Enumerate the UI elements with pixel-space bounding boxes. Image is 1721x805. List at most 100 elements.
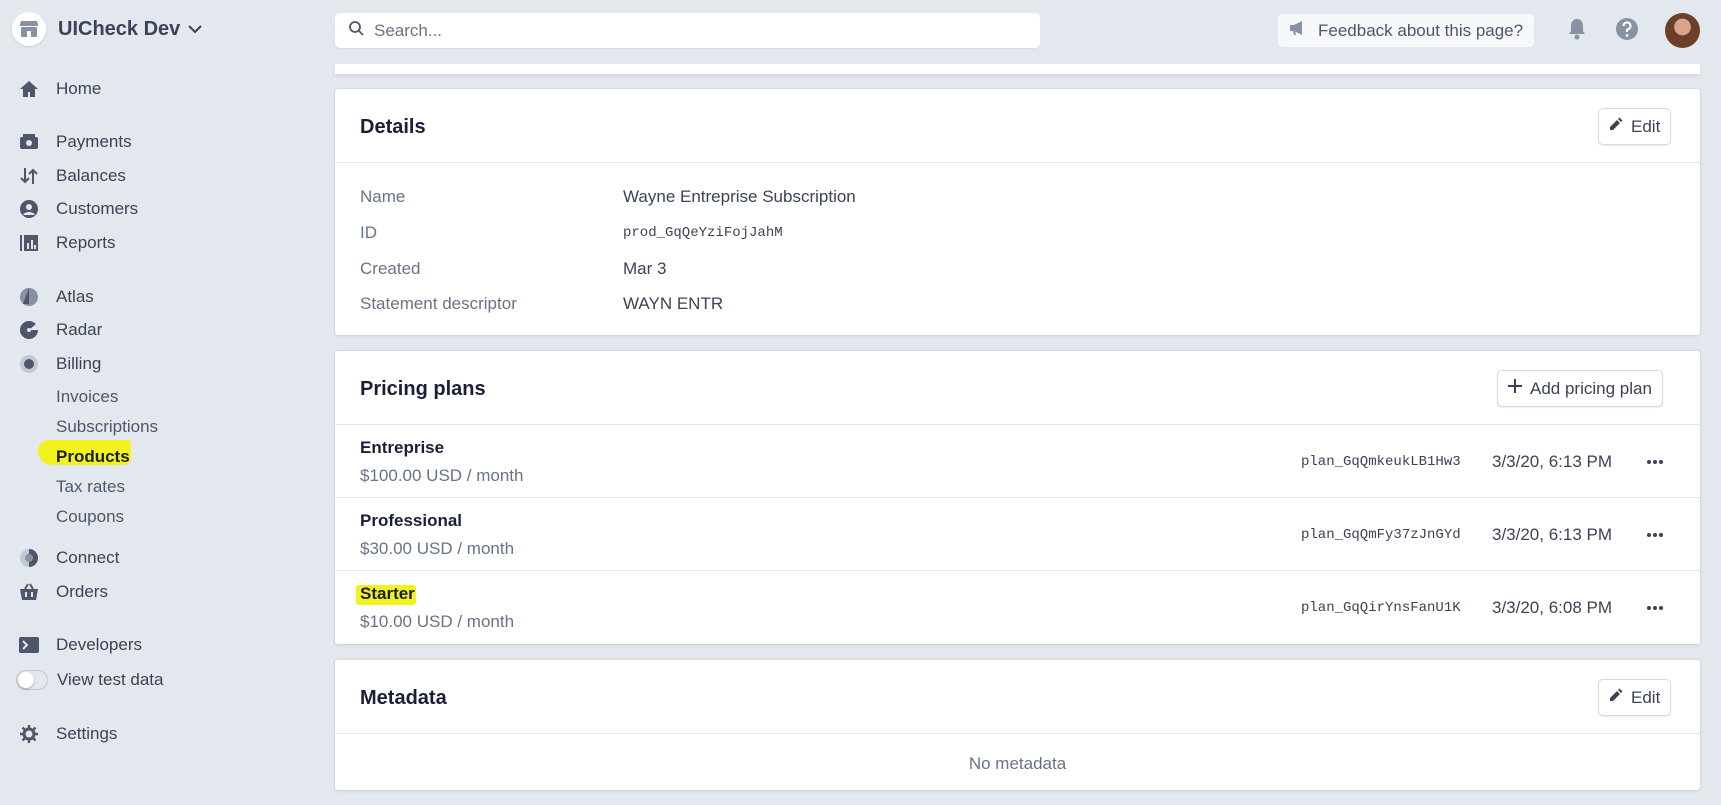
terminal-icon [18,634,40,656]
edit-details-button[interactable]: Edit [1598,108,1672,145]
sidebar-item-reports[interactable]: Reports [18,230,116,256]
sidebar-item-label: Home [56,79,102,98]
details-header: Details Edit [335,89,1700,163]
sidebar-item-balances[interactable]: Balances [18,163,126,189]
home-icon [18,78,40,100]
details-card: Details Edit Name Wayne Entreprise Subsc… [335,89,1700,335]
notifications-bell-icon[interactable] [1562,14,1592,44]
sidebar-subitem-coupons[interactable]: Coupons [56,507,124,527]
orders-icon [18,581,40,603]
sidebar-item-label: Orders [56,582,108,601]
user-avatar[interactable] [1665,13,1700,48]
chevron-down-icon [188,24,202,34]
sidebar-subitem-products[interactable]: Products [56,447,130,467]
megaphone-icon [1288,20,1308,41]
sidebar-item-label: Payments [56,132,132,151]
detail-label: Name [360,187,406,206]
pencil-icon [1609,117,1623,136]
sidebar-item-label: Balances [56,166,126,185]
edit-label: Edit [1631,687,1661,707]
plan-row[interactable]: Entreprise $100.00 USD / month plan_GqQm… [335,425,1700,498]
billing-icon [18,353,40,375]
sidebar-item-home[interactable]: Home [18,76,101,102]
sidebar-item-connect[interactable]: Connect [18,545,119,571]
feedback-button[interactable]: Feedback about this page? [1277,13,1535,48]
plus-icon [1508,379,1522,398]
pricing-plans-card: Pricing plans Add pricing plan Entrepris… [335,351,1700,644]
detail-label: Statement descriptor [360,294,517,313]
more-options-icon[interactable] [1640,520,1670,550]
more-options-icon[interactable] [1640,593,1670,623]
gear-icon [18,723,40,745]
sidebar-item-label: Settings [56,724,118,743]
sidebar-item-label: Customers [56,199,139,218]
details-title: Details [360,116,426,138]
sidebar-item-payments[interactable]: Payments [18,129,132,155]
plan-created: 3/3/20, 6:13 PM [1492,525,1613,544]
connect-icon [18,547,40,569]
account-switcher[interactable]: UICheck Dev [12,12,202,46]
detail-value: WAYN ENTR [623,294,724,313]
more-options-icon[interactable] [1640,447,1670,477]
pencil-icon [1609,688,1623,707]
plan-row[interactable]: Starter $10.00 USD / month plan_GqQirYns… [335,571,1700,644]
metadata-card: Metadata Edit No metadata [335,660,1700,790]
sidebar-item-atlas[interactable]: Atlas [18,284,94,310]
sidebar-subitem-tax-rates[interactable]: Tax rates [56,477,125,497]
plan-name: Starter [360,584,415,603]
customers-icon [18,198,40,220]
sidebar-item-radar[interactable]: Radar [18,317,102,343]
plan-created: 3/3/20, 6:13 PM [1492,452,1613,471]
plan-name: Entreprise [360,438,445,457]
previous-card-edge [335,64,1700,74]
search-input[interactable] [374,20,1014,41]
toggle-knob [18,672,34,688]
plan-id: plan_GqQirYnsFanU1K [1301,600,1461,616]
metadata-header: Metadata Edit [335,660,1700,734]
sidebar-item-label: Connect [56,548,120,567]
plan-row[interactable]: Professional $30.00 USD / month plan_GqQ… [335,498,1700,571]
plan-id: plan_GqQmkeukLB1Hw3 [1301,454,1461,470]
sidebar-item-label: Reports [56,233,116,252]
test-data-label: View test data [57,670,164,689]
sidebar-item-developers[interactable]: Developers [18,632,142,658]
radar-icon [18,319,40,341]
no-metadata-text: No metadata [968,754,1067,773]
edit-metadata-button[interactable]: Edit [1598,679,1672,716]
detail-value: prod_GqQeYziFojJahM [623,225,783,241]
plan-created: 3/3/20, 6:08 PM [1492,598,1613,617]
account-name: UICheck Dev [58,17,181,40]
sidebar-item-label: Billing [56,354,102,373]
plan-name: Professional [360,511,463,530]
search-bar[interactable] [335,13,1040,48]
pricing-header: Pricing plans Add pricing plan [335,351,1700,425]
balances-icon [18,165,40,187]
payments-icon [18,131,40,153]
add-pricing-plan-button[interactable]: Add pricing plan [1497,370,1663,407]
metadata-title: Metadata [360,687,447,709]
sidebar-item-orders[interactable]: Orders [18,579,108,605]
help-icon[interactable] [1612,14,1642,44]
pricing-title: Pricing plans [360,378,486,400]
sidebar-subitem-subscriptions[interactable]: Subscriptions [56,417,158,437]
store-icon [12,12,46,46]
sidebar-item-settings[interactable]: Settings [18,721,117,747]
plan-price: $100.00 USD / month [360,466,524,485]
sidebar-item-billing[interactable]: Billing [18,351,101,377]
plan-id: plan_GqQmFy37zJnGYd [1301,527,1461,543]
detail-value: Wayne Entreprise Subscription [623,187,856,206]
sidebar-item-label: Radar [56,320,103,339]
atlas-icon [18,286,40,308]
feedback-label: Feedback about this page? [1318,20,1524,40]
add-pricing-plan-label: Add pricing plan [1530,378,1652,398]
app-root: UICheck Dev Home Payments Balances Custo… [0,0,1721,805]
reports-icon [18,232,40,254]
search-icon [349,20,364,41]
sidebar-item-customers[interactable]: Customers [18,196,138,222]
test-data-toggle[interactable] [16,670,48,690]
sidebar-subitem-invoices[interactable]: Invoices [56,387,118,407]
detail-value: Mar 3 [623,259,667,278]
sidebar-item-label: Developers [56,635,142,654]
sidebar: UICheck Dev Home Payments Balances Custo… [0,0,320,805]
sidebar-item-label: Atlas [56,287,94,306]
